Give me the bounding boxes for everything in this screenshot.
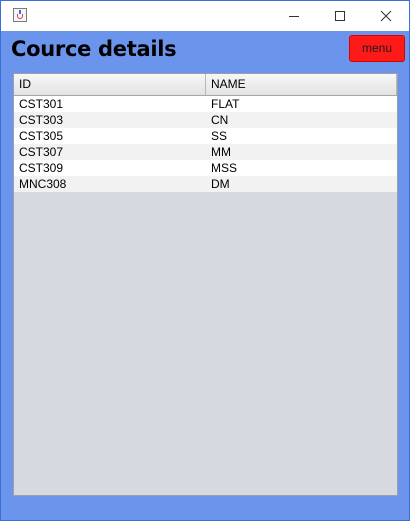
table-header: ID NAME (14, 74, 397, 96)
cell-id[interactable]: MNC308 (14, 176, 206, 192)
cell-id[interactable]: CST303 (14, 112, 206, 128)
cell-id[interactable]: CST309 (14, 160, 206, 176)
minimize-icon[interactable] (271, 1, 317, 31)
table-row[interactable]: MNC308 DM (14, 176, 397, 192)
app-window: Cource details menu ID NAME CST301 FLAT … (0, 0, 410, 521)
cell-name[interactable]: MM (206, 144, 397, 160)
table-row[interactable]: CST305 SS (14, 128, 397, 144)
table-row[interactable]: CST309 MSS (14, 160, 397, 176)
column-header-name[interactable]: NAME (206, 74, 397, 95)
cell-name[interactable]: MSS (206, 160, 397, 176)
course-table[interactable]: ID NAME CST301 FLAT CST303 CN CST305 SS … (13, 73, 398, 496)
column-header-id[interactable]: ID (14, 74, 206, 95)
table-row[interactable]: CST303 CN (14, 112, 397, 128)
page-title: Cource details (11, 37, 177, 61)
java-app-icon (13, 8, 27, 22)
cell-name[interactable]: FLAT (206, 96, 397, 112)
cell-id[interactable]: CST301 (14, 96, 206, 112)
cell-id[interactable]: CST307 (14, 144, 206, 160)
menu-button[interactable]: menu (349, 35, 405, 62)
cell-name[interactable]: SS (206, 128, 397, 144)
close-icon[interactable] (363, 1, 409, 31)
cell-name[interactable]: DM (206, 176, 397, 192)
maximize-icon[interactable] (317, 1, 363, 31)
title-bar[interactable] (1, 1, 409, 31)
table-row[interactable]: CST307 MM (14, 144, 397, 160)
cell-id[interactable]: CST305 (14, 128, 206, 144)
table-row[interactable]: CST301 FLAT (14, 96, 397, 112)
cell-name[interactable]: CN (206, 112, 397, 128)
